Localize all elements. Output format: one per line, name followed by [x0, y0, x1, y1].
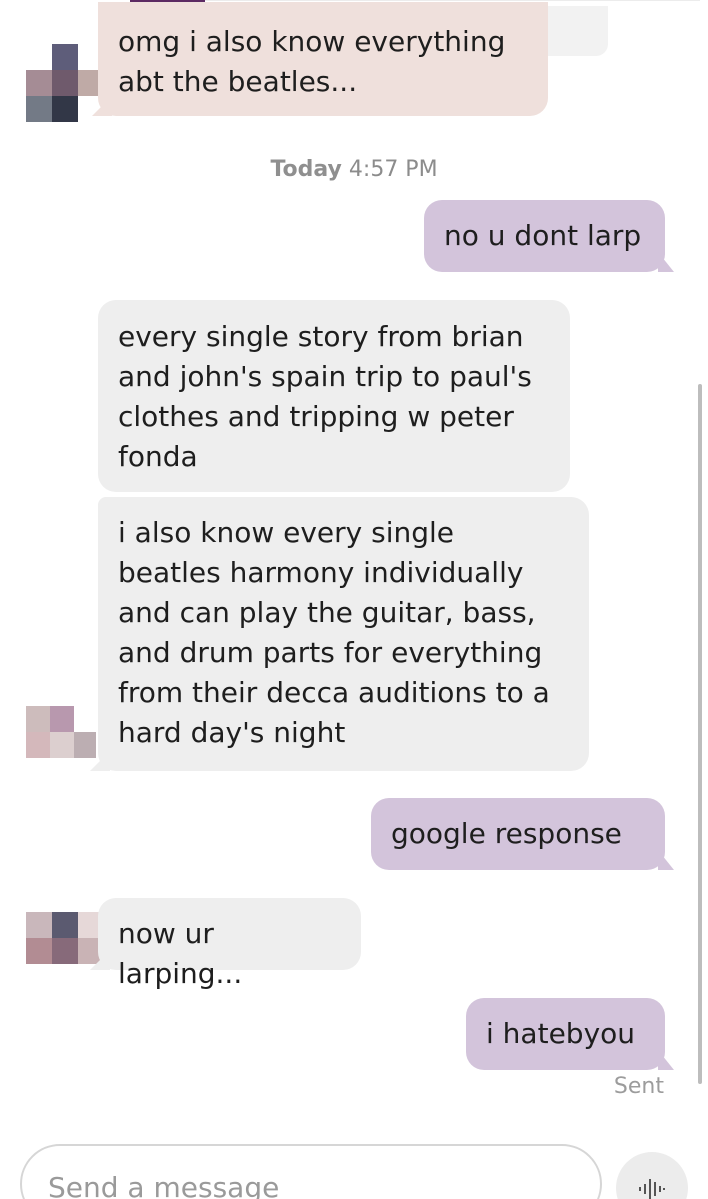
date-separator-time: 4:57 PM	[348, 157, 438, 182]
incoming-message-bubble[interactable]: i also know every single beatles harmony…	[98, 497, 589, 771]
voice-message-button[interactable]	[616, 1152, 688, 1199]
contact-avatar-blurred[interactable]	[26, 706, 96, 758]
contact-avatar-blurred[interactable]	[26, 912, 100, 964]
outgoing-message-bubble[interactable]: no u dont larp	[424, 200, 665, 272]
outgoing-message-bubble[interactable]: i hatebyou	[466, 998, 665, 1070]
scrollbar[interactable]	[698, 384, 702, 1084]
outgoing-message-bubble[interactable]: google response	[371, 798, 665, 870]
incoming-message-bubble[interactable]: omg i also know everything abt the beatl…	[98, 2, 548, 116]
message-input[interactable]	[46, 1164, 570, 1199]
contact-avatar-blurred[interactable]	[26, 44, 104, 122]
incoming-message-bubble[interactable]: every single story from brian and john's…	[98, 300, 570, 492]
message-composer[interactable]	[20, 1144, 602, 1199]
incoming-message-bubble[interactable]: now ur larping...	[98, 898, 361, 990]
date-separator-day: Today	[270, 157, 342, 182]
delivery-status: Sent	[613, 1074, 664, 1099]
date-separator: Today 4:57 PM	[0, 157, 708, 182]
chat-screen: omg i also know everything abt the beatl…	[0, 0, 708, 1199]
voice-waveform-icon	[639, 1179, 665, 1199]
